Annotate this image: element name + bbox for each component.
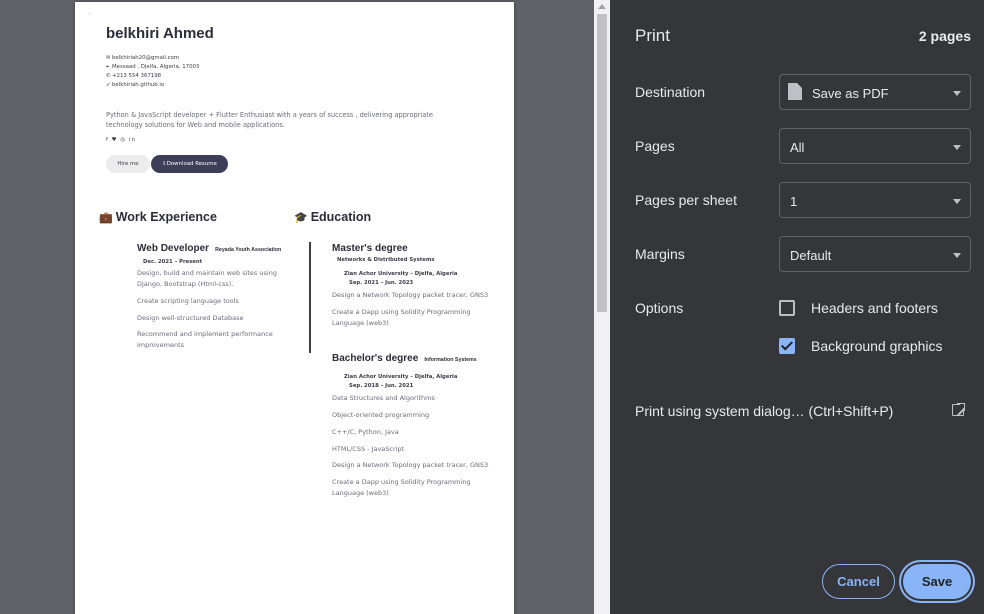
options-label: Options <box>635 300 684 316</box>
bachelor-field: Information Systems <box>424 357 477 363</box>
resume-bio: Python & JavaScript developer + Flutter … <box>106 111 433 129</box>
bachelor-school: Zian Achor University – Djelfa, Algeria <box>344 374 458 380</box>
margins-value: Default <box>790 248 832 263</box>
education-heading: 🎓 Education <box>294 210 372 224</box>
save-button[interactable]: Save <box>903 564 971 599</box>
headers-footers-label[interactable]: Headers and footers <box>811 300 938 316</box>
bachelor-item: Data Structures and Algorithms <box>332 394 435 402</box>
master-item: Design a Network Topology packet tracer,… <box>332 291 489 299</box>
destination-label: Destination <box>635 84 706 100</box>
system-dialog-link[interactable]: Print using system dialog… (Ctrl+Shift+P… <box>635 403 893 419</box>
bachelor-item: Object-oriented programming <box>332 411 430 419</box>
bachelor-dates: Sep. 2018 – Jun. 2021 <box>349 383 414 389</box>
chevron-down-icon <box>953 253 961 258</box>
briefcase-icon: 💼 <box>99 212 113 224</box>
bachelor-title: Bachelor's degree Information Systems <box>332 353 477 364</box>
background-graphics-label[interactable]: Background graphics <box>811 338 943 354</box>
contact-website: ➶belkhiriah.github.io <box>106 82 165 88</box>
job-title: Web Developer Reyada Youth Association <box>137 243 282 254</box>
work-item: Create scripting language tools <box>137 297 239 305</box>
preview-scrollbar[interactable] <box>594 0 610 614</box>
destination-select[interactable]: Save as PDF <box>779 74 971 110</box>
scrollbar-thumb[interactable] <box>597 14 607 312</box>
chevron-down-icon <box>953 91 961 96</box>
contact-address: ⌖ Messaad , Djelfa, Algeria, 17003 <box>106 64 200 70</box>
print-preview: ' belkhiri Ahmed ✉belkhiriah20@gmail.com… <box>0 0 610 614</box>
chevron-down-icon <box>953 199 961 204</box>
master-item: Create a Dapp using Solidity Programming… <box>332 308 471 327</box>
work-item: Recommend and implement performance impr… <box>137 330 273 349</box>
scroll-up-arrow-icon[interactable] <box>598 4 606 9</box>
pages-per-sheet-select[interactable]: 1 <box>779 182 971 218</box>
pages-label: Pages <box>635 138 675 154</box>
job-date: Dec. 2021 – Present <box>143 259 203 265</box>
print-title: Print <box>635 26 670 45</box>
destination-value: Save as PDF <box>812 86 889 101</box>
master-dates: Sep. 2021 – Jun. 2023 <box>349 280 414 286</box>
cancel-button[interactable]: Cancel <box>822 564 895 599</box>
contact-phone: ✆+213 554 367198 <box>106 73 162 79</box>
work-item: Design, build and maintain web sites usi… <box>137 269 277 288</box>
chevron-down-icon <box>953 145 961 150</box>
timeline-divider <box>309 242 311 353</box>
download-resume-button: ⇩Download Resume <box>151 155 228 173</box>
bachelor-item: HTML/CSS - JavaScript <box>332 445 405 453</box>
work-experience-heading: 💼 Work Experience <box>99 210 217 224</box>
pages-per-sheet-label: Pages per sheet <box>635 192 737 208</box>
social-icons: f ♥ ◎ in <box>106 137 136 143</box>
pages-select[interactable]: All <box>779 128 971 164</box>
bachelor-item: Design a Network Topology packet tracer,… <box>332 461 489 469</box>
headers-footers-checkbox[interactable] <box>779 300 795 316</box>
graduation-cap-icon: 🎓 <box>294 212 308 224</box>
bachelor-item: C++/C, Python, Java <box>332 428 399 436</box>
master-field: Networks & Distributed Systems <box>337 257 435 263</box>
background-graphics-checkbox[interactable] <box>779 338 795 354</box>
master-title: Master's degree <box>332 243 408 254</box>
master-school: Zian Achor University – Djelfa, Algeria <box>344 271 458 277</box>
resume-name: belkhiri Ahmed <box>106 25 214 42</box>
hire-me-button: Hire me <box>106 155 150 173</box>
pages-per-sheet-value: 1 <box>790 194 798 209</box>
page-marker: ' <box>89 12 91 19</box>
page-count: 2 pages <box>918 28 971 44</box>
margins-label: Margins <box>635 246 685 262</box>
contact-email: ✉belkhiriah20@gmail.com <box>106 55 180 61</box>
preview-page: ' belkhiri Ahmed ✉belkhiriah20@gmail.com… <box>75 2 514 614</box>
margins-select[interactable]: Default <box>779 236 971 272</box>
work-item: Design well-structured Database <box>137 314 244 322</box>
bachelor-item: Create a Dapp using Solidity Programming… <box>332 478 471 497</box>
job-organization: Reyada Youth Association <box>215 247 282 253</box>
print-settings-panel: Print 2 pages Destination Save as PDF Pa… <box>610 0 984 614</box>
document-icon <box>788 83 802 100</box>
pages-value: All <box>790 140 805 155</box>
open-external-icon[interactable] <box>952 402 966 416</box>
